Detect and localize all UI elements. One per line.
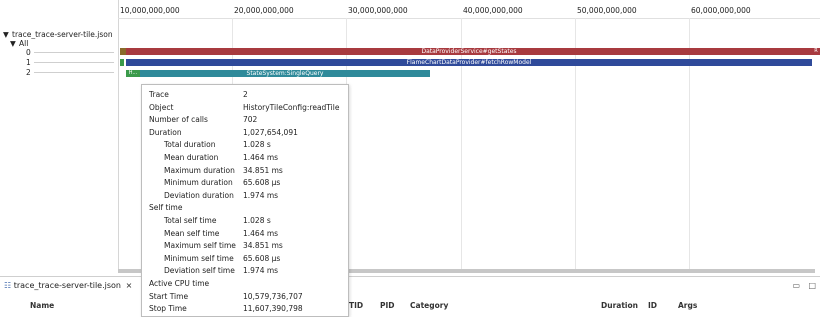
tooltip-label: Total duration — [164, 140, 216, 150]
flame-bar-small[interactable] — [120, 59, 124, 66]
axis-tick-label: 10,000,000,000 — [120, 6, 180, 15]
tree-group-label: All — [19, 39, 29, 48]
maximize-icon[interactable]: □ — [808, 281, 816, 290]
tooltip-value: 1,027,654,091 — [243, 127, 298, 137]
tooltip-value: 1.464 ms — [243, 228, 279, 238]
tooltip-value: 2 — [243, 90, 248, 99]
minimize-icon[interactable]: ▭ — [792, 281, 800, 290]
tooltip-value: 34.851 ms — [243, 165, 283, 175]
table-icon: ☷ — [4, 281, 12, 290]
close-icon[interactable]: × — [126, 281, 133, 290]
tooltip-value: 702 — [243, 115, 258, 125]
tooltip-label: Start Time — [149, 291, 189, 301]
tooltip-label: Mean duration — [164, 153, 219, 162]
tree-row-1[interactable]: 1 — [0, 58, 118, 67]
tooltip-value: 1.464 ms — [243, 153, 279, 162]
tooltip-value: 11,607,390,798 — [243, 304, 303, 314]
tooltip-value: 65.608 µs — [243, 253, 281, 263]
tree-row-label: 0 — [26, 48, 31, 57]
tree-root-label: trace_trace-server-tile.json — [12, 30, 113, 39]
column-header-id[interactable]: ID — [648, 299, 657, 313]
tooltip-value: 1.974 ms — [243, 190, 279, 200]
column-header-args[interactable]: Args — [678, 299, 697, 313]
tooltip-label: Maximum self time — [164, 241, 236, 251]
time-axis[interactable]: 10,000,000,000 20,000,000,000 30,000,000… — [118, 0, 820, 19]
flame-bar-history[interactable]: H... — [126, 70, 140, 77]
tooltip-label: Number of calls — [149, 115, 208, 125]
axis-tick-label: 30,000,000,000 — [348, 6, 408, 15]
tooltip-value: HistoryTileConfig:readTile — [243, 102, 340, 112]
axis-tick-label: 40,000,000,000 — [463, 6, 523, 15]
tree-row-label: 1 — [26, 58, 31, 67]
flame-bar-single-query[interactable]: StateSystem:SingleQuery — [140, 70, 430, 77]
tab-events-table[interactable]: ☷ trace_trace-server-tile.json × — [4, 279, 132, 293]
tooltip-label: Mean self time — [164, 228, 220, 238]
tooltip-label: Deviation duration — [164, 190, 234, 200]
tooltip-label: Duration — [149, 127, 182, 137]
column-header-duration[interactable]: Duration — [601, 299, 638, 313]
axis-tick-label: 50,000,000,000 — [577, 6, 637, 15]
column-header-name[interactable]: Name — [30, 299, 54, 313]
events-table-panel: ☷ trace_trace-server-tile.json × ▭ □ Nam… — [0, 276, 820, 316]
tree-row-label: 2 — [26, 68, 31, 77]
tooltip-label: Maximum duration — [164, 165, 235, 175]
table-header-row: Name TID PID Category Duration ID Args — [0, 299, 820, 313]
tooltip-label: Trace — [149, 90, 169, 99]
tooltip-value: 34.851 ms — [243, 241, 283, 251]
tooltip-value: 10,579,736,707 — [243, 291, 303, 301]
tooltip-label: Stop Time — [149, 304, 187, 314]
tooltip-value: 1.028 s — [243, 216, 271, 225]
column-header-pid[interactable]: PID — [380, 299, 395, 313]
expand-arrow-icon[interactable]: ▼ — [3, 30, 9, 39]
row-separator — [34, 72, 114, 73]
axis-tick-label: 20,000,000,000 — [234, 6, 294, 15]
tooltip-label: Total self time — [164, 216, 217, 225]
tab-label: trace_trace-server-tile.json — [13, 281, 122, 290]
column-header-tid[interactable]: TID — [349, 299, 363, 313]
tree-row-0[interactable]: 0 — [0, 48, 118, 57]
row-separator — [34, 62, 114, 63]
trace-tree-panel: ▼ trace_trace-server-tile.json ▼ All 0 1… — [0, 0, 119, 272]
tooltip-label: Self time — [149, 203, 183, 213]
expand-arrow-icon[interactable]: ▼ — [10, 39, 16, 48]
axis-tick-label: 60,000,000,000 — [691, 6, 751, 15]
tree-group-row[interactable]: ▼ All — [0, 39, 118, 48]
tooltip-label: Minimum duration — [164, 178, 233, 188]
tooltip-label: Deviation self time — [164, 266, 235, 276]
panel-tab-bar: ☷ trace_trace-server-tile.json × ▭ □ — [0, 277, 820, 295]
tooltip-value: 1.974 ms — [243, 266, 279, 276]
flame-bar-get-states[interactable]: DataProviderService#getStates — [126, 48, 812, 55]
tree-root-row[interactable]: ▼ trace_trace-server-tile.json — [0, 30, 118, 39]
tooltip-label: Minimum self time — [164, 253, 234, 263]
tooltip-label: Active CPU time — [149, 279, 210, 288]
tooltip-value: 65.608 µs — [243, 178, 281, 188]
tooltip-label: Object — [149, 102, 174, 112]
flame-bar-fetch-row-model[interactable]: FlameChartDataProvider#fetchRowModel — [126, 59, 812, 66]
flame-bar-end[interactable]: R — [812, 48, 820, 55]
column-header-category[interactable]: Category — [410, 299, 448, 313]
tooltip-value: 1.028 s — [243, 140, 271, 150]
tree-row-2[interactable]: 2 — [0, 68, 118, 77]
flame-tooltip: Trace 2 Object HistoryTileConfig:readTile Nu… — [141, 84, 349, 317]
row-separator — [34, 52, 114, 53]
